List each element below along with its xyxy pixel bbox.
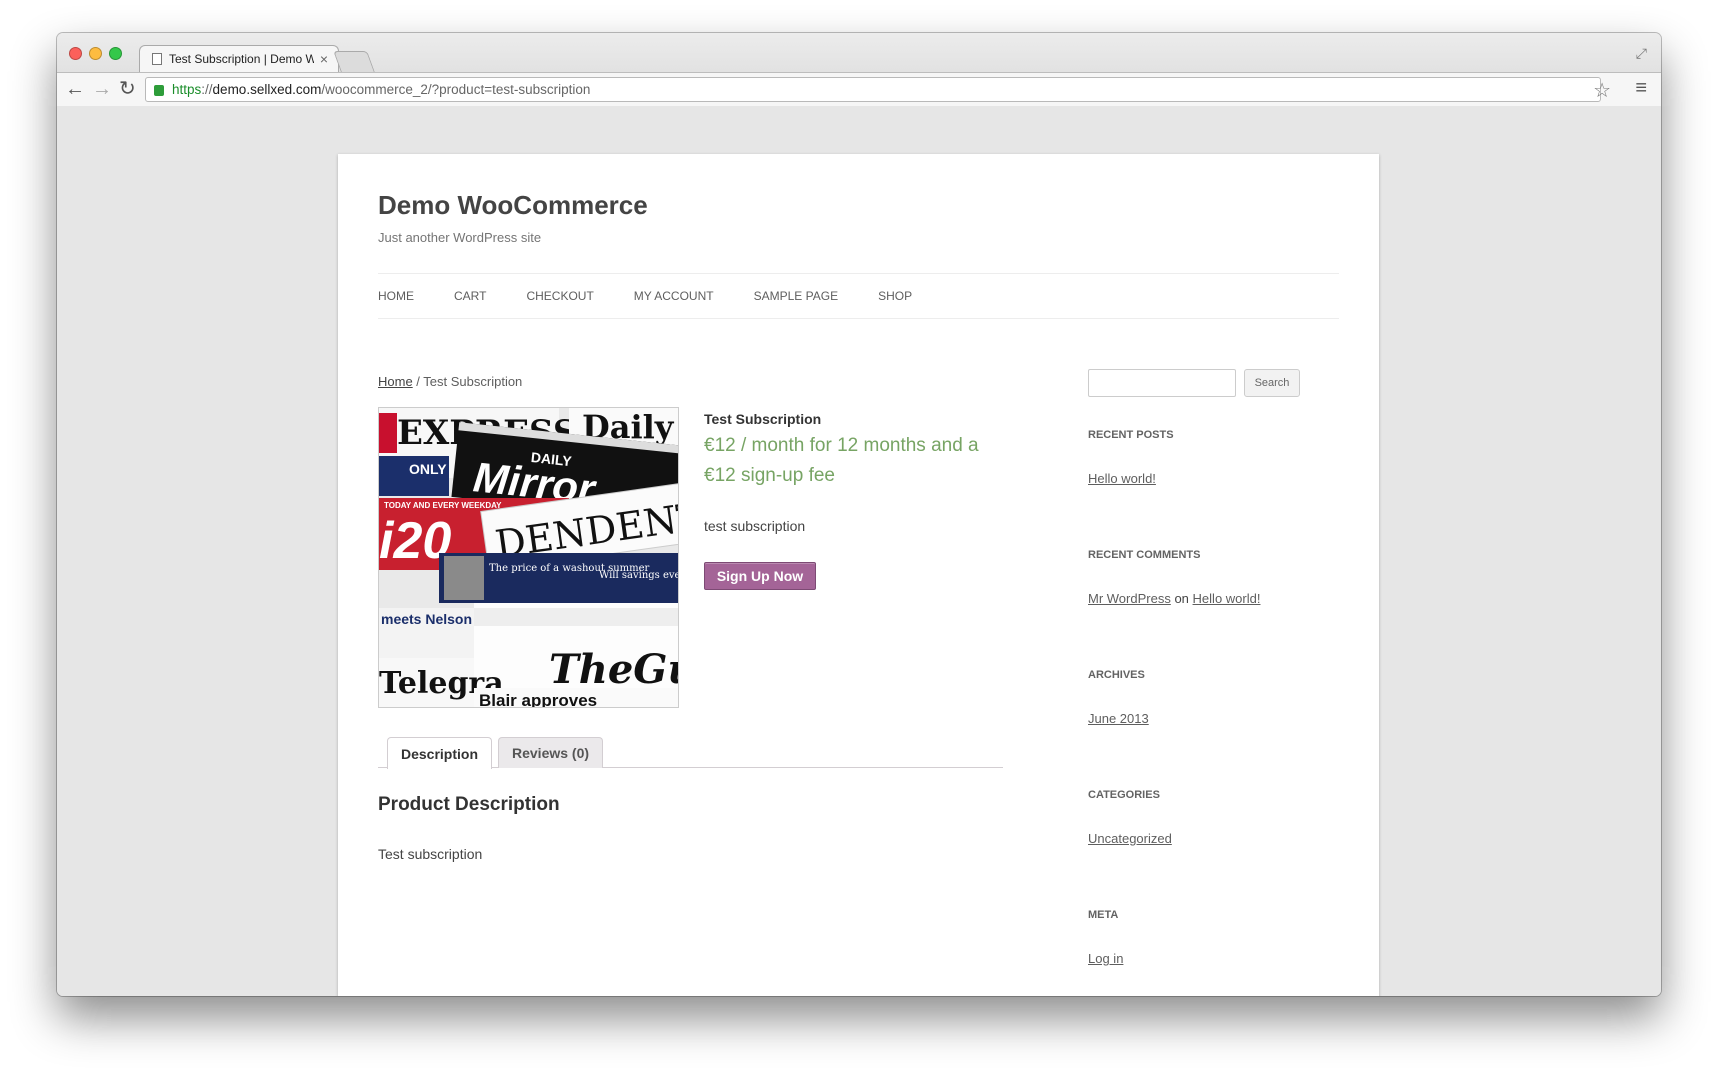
nav-item-sample-page[interactable]: SAMPLE PAGE [754,289,838,303]
description-heading: Product Description [378,794,560,815]
archive-item: June 2013 [1088,711,1149,726]
forward-arrow-icon[interactable]: → [92,77,112,101]
browser-chrome: Test Subscription | Demo WooCommerce × ⤢… [57,33,1661,106]
comment-post-link[interactable]: Hello world! [1193,591,1261,606]
window-controls [69,47,122,60]
tab-title: Test Subscription | Demo WooCommerce [169,52,314,66]
guardian-masthead: TheGua [549,646,679,693]
today-label: TODAY AND EVERY WEEKDAY [384,501,502,510]
star-icon[interactable]: ☆ [1593,78,1611,103]
site-tagline: Just another WordPress site [378,230,542,245]
lock-icon [154,85,164,96]
comment-author-link[interactable]: Mr WordPress [1088,591,1171,606]
blair-headline: Blair approves [479,691,597,708]
meta-log-in-link[interactable]: Log in [1088,951,1123,966]
browser-tab[interactable]: Test Subscription | Demo WooCommerce × [139,45,339,72]
browser-window: Test Subscription | Demo WooCommerce × ⤢… [57,33,1661,996]
breadcrumb: Home / Test Subscription [378,374,522,389]
url-host: demo.sellxed.com [212,82,322,97]
only-label: ONLY [409,461,447,477]
reload-icon[interactable]: ↻ [119,77,136,101]
address-bar[interactable]: https://demo.sellxed.com/woocommerce_2/?… [145,77,1601,102]
site-container: Demo WooCommerce Just another WordPress … [338,154,1379,996]
page-viewport: Demo WooCommerce Just another WordPress … [57,106,1661,996]
breadcrumb-separator: / [412,374,424,389]
archives-title: ARCHIVES [1088,669,1145,681]
recent-post-link: Hello world! [1088,471,1156,486]
archive-june-2013-link[interactable]: June 2013 [1088,711,1149,726]
tab-description[interactable]: Description [387,737,493,769]
nav-item-checkout[interactable]: CHECKOUT [526,289,593,303]
minimize-window-button[interactable] [89,47,102,60]
nav-item-home[interactable]: HOME [378,289,414,303]
breadcrumb-home-link[interactable]: Home [378,374,413,389]
meta-title: META [1088,909,1119,921]
category-uncategorized-link[interactable]: Uncategorized [1088,831,1172,846]
search-button[interactable]: Search [1244,369,1300,397]
search-input[interactable] [1088,369,1236,397]
product-title: Test Subscription [704,411,822,427]
url-separator: :// [201,82,213,97]
sign-up-now-button[interactable]: Sign Up Now [704,562,816,590]
nav-item-my-account[interactable]: MY ACCOUNT [634,289,714,303]
breadcrumb-current: Test Subscription [423,374,523,389]
categories-title: CATEGORIES [1088,789,1160,801]
back-arrow-icon[interactable]: ← [65,77,85,101]
recent-posts-title: RECENT POSTS [1088,429,1174,441]
recent-comment: Mr WordPress on Hello world! [1088,591,1260,606]
newspapers-collage-image: EXPRESS Daily DAILY Mirror ONLY [379,408,679,708]
browser-toolbar: ← → ↻ https://demo.sellxed.com/woocommer… [57,72,1661,106]
nav-item-cart[interactable]: CART [454,289,486,303]
nav-item-shop[interactable]: SHOP [878,289,912,303]
fullscreen-icon[interactable]: ⤢ [1636,45,1647,62]
product-tabs: Description Reviews (0) [378,737,1003,769]
url-scheme: https [172,82,202,97]
savings-headline: Will savings ever be safe? [599,570,679,581]
main-navigation: HOME CART CHECKOUT MY ACCOUNT SAMPLE PAG… [378,273,1339,319]
recent-post-hello-world[interactable]: Hello world! [1088,471,1156,486]
close-window-button[interactable] [69,47,82,60]
product-image[interactable]: EXPRESS Daily DAILY Mirror ONLY [378,407,679,708]
new-tab-button[interactable] [333,51,375,72]
menu-icon[interactable]: ≡ [1635,77,1647,100]
product-price: €12 / month for 12 months and a €12 sign… [704,435,979,486]
site-title[interactable]: Demo WooCommerce [378,190,648,221]
tab-close-icon[interactable]: × [320,51,328,67]
zoom-window-button[interactable] [109,47,122,60]
recent-comments-title: RECENT COMMENTS [1088,549,1201,561]
tab-reviews[interactable]: Reviews (0) [498,737,604,768]
comment-on-text: on [1174,591,1189,606]
page-icon [152,53,162,65]
category-item: Uncategorized [1088,831,1172,846]
nelson-headline: meets Nelson [381,611,472,627]
url-path: /woocommerce_2/?product=test-subscriptio… [321,82,591,97]
description-body: Test subscription [378,846,483,862]
product-short-description: test subscription [704,518,806,534]
meta-item: Log in [1088,951,1123,966]
